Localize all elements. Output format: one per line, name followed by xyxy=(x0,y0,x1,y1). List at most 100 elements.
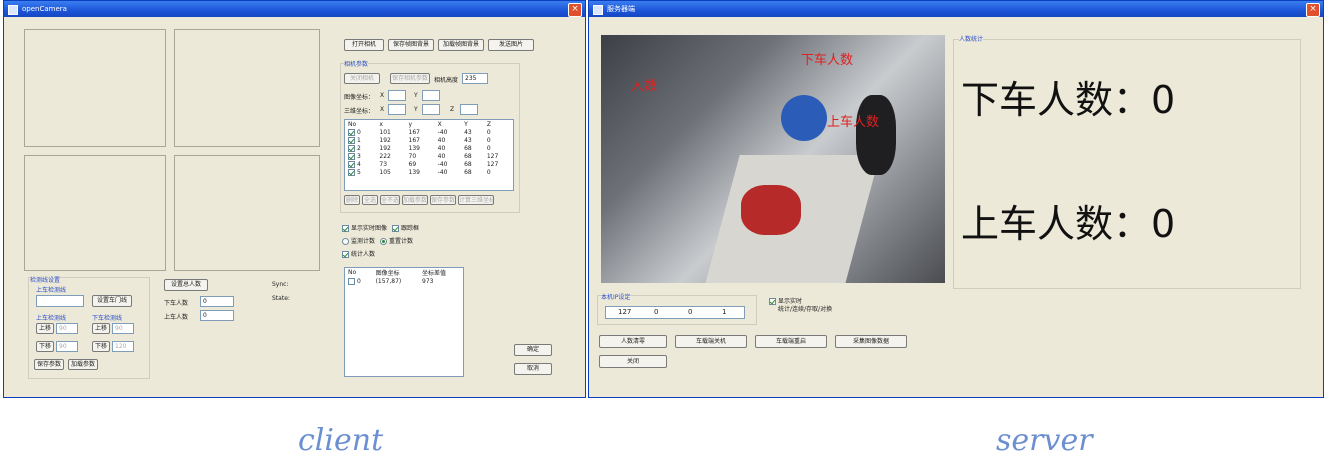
select-all-button[interactable]: 全选 xyxy=(362,195,378,205)
app-icon xyxy=(8,5,18,15)
radio-monitor-option[interactable]: 监测计数 xyxy=(342,236,375,245)
save-params-button[interactable]: 保存参数 xyxy=(430,195,456,205)
show-realtime-option[interactable]: 显示实时图像 xyxy=(342,223,387,232)
select-none-button[interactable]: 全不选 xyxy=(380,195,400,205)
image-coord-y-field[interactable] xyxy=(422,90,440,101)
ip-group-title: 本机IP设定 xyxy=(601,292,631,301)
save-camera-params-button[interactable]: 保存相机参数 xyxy=(390,73,430,84)
world-coord-y-field[interactable] xyxy=(422,104,440,115)
table-row[interactable]: 0 101 167 -40 43 0 xyxy=(345,128,513,136)
table-row[interactable]: 0 (157,87) 973 xyxy=(345,277,463,285)
door-line-field[interactable] xyxy=(36,295,84,307)
close-icon[interactable]: × xyxy=(568,3,582,17)
table-cell: 139 xyxy=(408,144,420,152)
row-checkbox[interactable] xyxy=(348,128,355,136)
set-total-count-button[interactable]: 设置总人数 xyxy=(164,279,208,291)
up-line-value-b[interactable]: 90 xyxy=(56,341,78,352)
column-header[interactable]: 坐标差值 xyxy=(419,268,463,277)
up-count-field[interactable]: 0 xyxy=(200,310,234,321)
client-caption: client xyxy=(298,423,384,458)
column-header[interactable]: Y xyxy=(461,120,484,128)
down-count-label: 下车人数 xyxy=(164,300,189,307)
column-header[interactable]: Z xyxy=(484,120,513,128)
up-count-label: 上车人数 xyxy=(164,314,189,321)
table-cell: 68 xyxy=(464,144,472,152)
row-checkbox[interactable] xyxy=(348,168,355,176)
collect-image-data-button[interactable]: 采集图像数据 xyxy=(835,335,907,348)
down-line-move-down-button[interactable]: 下移 xyxy=(92,341,110,352)
table-cell: 0 xyxy=(357,277,361,285)
table-row[interactable]: 4 73 69 -40 68 127 xyxy=(345,160,513,168)
table-cell: 40 xyxy=(437,152,446,160)
load-line-params-button[interactable]: 加载参数 xyxy=(68,359,98,370)
table-row[interactable]: 3 222 70 40 68 127 xyxy=(345,152,513,160)
image-coord-x-field[interactable] xyxy=(388,90,406,101)
table-cell: 0 xyxy=(357,128,361,136)
close-icon[interactable]: × xyxy=(1306,3,1320,17)
up-count-label: 上车人数： xyxy=(961,202,1152,246)
table-row[interactable]: 2 192 139 40 68 0 xyxy=(345,144,513,152)
close-button[interactable]: 关闭 xyxy=(599,355,667,368)
stats-group-title: 人数统计 xyxy=(959,34,984,43)
row-checkbox[interactable] xyxy=(348,136,355,144)
row-checkbox[interactable] xyxy=(348,144,355,152)
table-header-row: No x y X Y Z xyxy=(345,120,513,128)
save-line-params-button[interactable]: 保存参数 xyxy=(34,359,64,370)
reset-count-button[interactable]: 人数清零 xyxy=(599,335,667,348)
table-cell: 139 xyxy=(408,168,420,176)
table-row[interactable]: 5 105 139 -40 68 0 xyxy=(345,168,513,176)
world-coord-label: 三维坐标： xyxy=(344,108,375,115)
ok-button[interactable]: 确定 xyxy=(514,344,552,356)
close-camera-button[interactable]: 关闭相机 xyxy=(344,73,380,84)
open-camera-button[interactable]: 打开相机 xyxy=(344,39,384,51)
show-realtime-checkbox[interactable] xyxy=(342,225,349,232)
down-line-value-d[interactable]: 120 xyxy=(112,341,134,352)
show-realtime-option[interactable]: 显示实时 统计/连续/存取/对换 xyxy=(769,298,832,314)
count-people-option[interactable]: 统计人数 xyxy=(342,249,375,258)
remote-shutdown-button[interactable]: 车载端关机 xyxy=(675,335,747,348)
up-line-move-down-button[interactable]: 下移 xyxy=(36,341,54,352)
coordinate-table[interactable]: No x y X Y Z 0 101 167 -40 43 0 1 192 16… xyxy=(344,119,514,191)
tracking-label: 跟踪框 xyxy=(401,225,420,232)
up-line-value-a[interactable]: 90 xyxy=(56,323,78,334)
row-checkbox[interactable] xyxy=(348,160,355,168)
radio-reset[interactable] xyxy=(380,238,387,245)
compute-3d-button[interactable]: 计算三维坐标 xyxy=(458,195,494,205)
radio-monitor[interactable] xyxy=(342,238,349,245)
camera-height-field[interactable]: 235 xyxy=(462,73,488,84)
world-coord-z-field[interactable] xyxy=(460,104,478,115)
result-table[interactable]: No 图像坐标 坐标差值 0 (157,87) 973 xyxy=(344,267,464,377)
load-params-button[interactable]: 加载参数 xyxy=(402,195,428,205)
table-row[interactable]: 1 192 167 40 43 0 xyxy=(345,136,513,144)
count-people-checkbox[interactable] xyxy=(342,251,349,258)
down-line-move-up-button[interactable]: 上移 xyxy=(92,323,110,334)
column-header[interactable]: y xyxy=(406,120,435,128)
tracking-option[interactable]: 跟踪框 xyxy=(392,223,419,232)
save-background-button[interactable]: 保存帧图背景 xyxy=(388,39,434,51)
ip-address-field[interactable]: 127 0 0 1 xyxy=(605,306,745,319)
row-checkbox[interactable] xyxy=(348,152,355,160)
down-line-value-c[interactable]: 90 xyxy=(112,323,134,334)
world-coord-x-field[interactable] xyxy=(388,104,406,115)
column-header[interactable]: 图像坐标 xyxy=(373,268,419,277)
set-door-line-button[interactable]: 设置车门线 xyxy=(92,295,132,307)
row-checkbox[interactable] xyxy=(348,277,355,285)
delete-button[interactable]: 删除 xyxy=(344,195,360,205)
ip-octet: 1 xyxy=(722,308,727,316)
cancel-button[interactable]: 取消 xyxy=(514,363,552,375)
column-header[interactable]: x xyxy=(376,120,405,128)
image-coord-label: 图像坐标： xyxy=(344,94,375,101)
column-header[interactable]: No xyxy=(345,268,373,277)
send-image-button[interactable]: 发送图片 xyxy=(488,39,534,51)
radio-reset-option[interactable]: 重置计数 xyxy=(380,236,413,245)
client-window: openCamera × 打开相机 保存帧图背景 加载帧图背景 发送图片 相机参… xyxy=(3,0,586,398)
column-header[interactable]: No xyxy=(345,120,376,128)
tracking-checkbox[interactable] xyxy=(392,225,399,232)
remote-restart-button[interactable]: 车载端重启 xyxy=(755,335,827,348)
up-line-move-up-button[interactable]: 上移 xyxy=(36,323,54,334)
column-header[interactable]: X xyxy=(435,120,461,128)
down-count-field[interactable]: 0 xyxy=(200,296,234,307)
table-cell: 127 xyxy=(486,160,499,168)
load-background-button[interactable]: 加载帧图背景 xyxy=(438,39,484,51)
show-realtime-checkbox[interactable] xyxy=(769,298,776,305)
